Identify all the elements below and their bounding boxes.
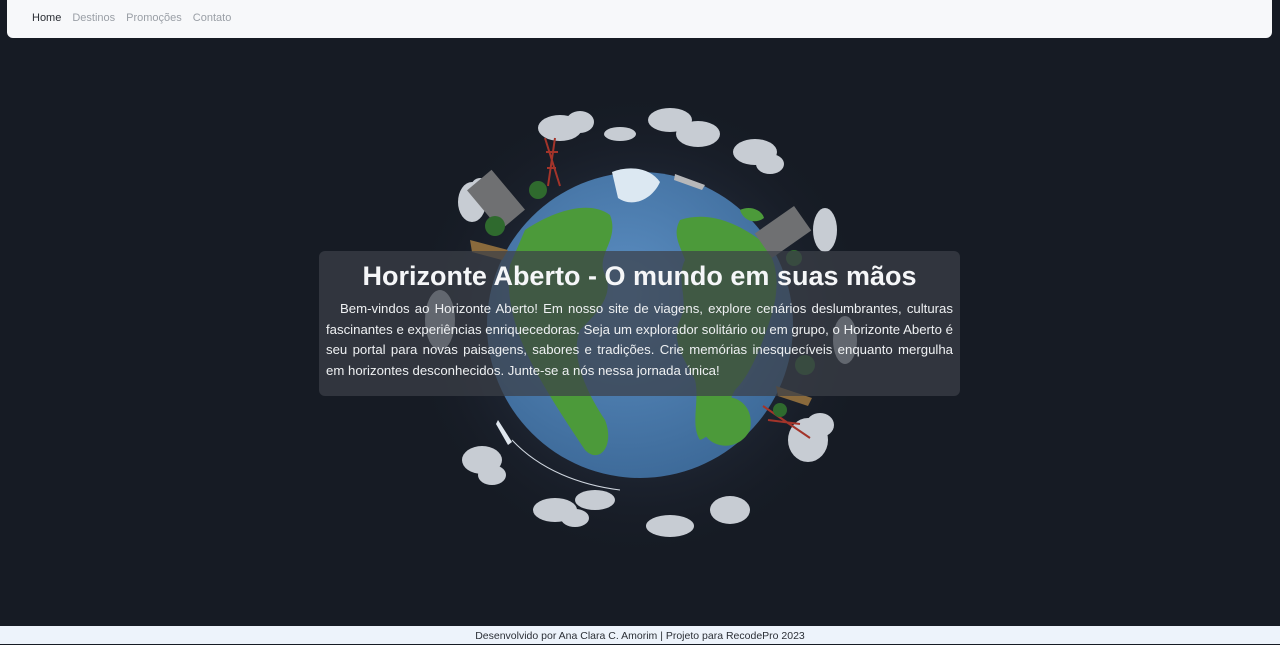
hero-title: Horizonte Aberto - O mundo em suas mãos (362, 261, 917, 291)
nav-links: Home Destinos Promoções Contato (32, 12, 231, 24)
nav-link-contato[interactable]: Contato (193, 12, 232, 24)
hero-panel: Horizonte Aberto - O mundo em suas mãos … (319, 251, 960, 396)
hero-description: Bem-vindos ao Horizonte Aberto! Em nosso… (326, 301, 953, 379)
nav-link-home[interactable]: Home (32, 12, 61, 24)
footer: Desenvolvido por Ana Clara C. Amorim | P… (0, 626, 1280, 644)
nav-link-promocoes[interactable]: Promoções (126, 12, 182, 24)
footer-credits: Desenvolvido por Ana Clara C. Amorim | P… (475, 630, 805, 642)
nav-link-destinos[interactable]: Destinos (72, 12, 115, 24)
top-navbar: Home Destinos Promoções Contato (7, 0, 1272, 38)
